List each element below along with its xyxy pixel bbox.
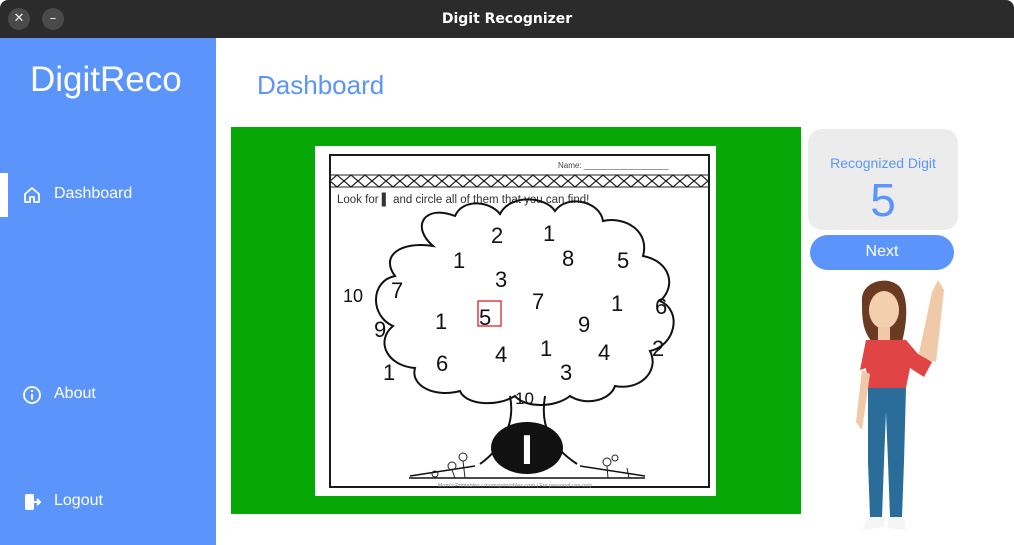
info-icon	[23, 386, 41, 404]
sidebar-item-label: Logout	[54, 492, 103, 509]
home-icon	[24, 187, 40, 203]
sheet-digit: 6	[655, 294, 667, 319]
worksheet-footer: Mom's Printables | momsprintables.com | …	[438, 483, 593, 489]
sidebar-item-dashboard[interactable]: Dashboard	[0, 173, 216, 217]
recognized-digit-value: 5	[870, 174, 896, 226]
sidebar-item-logout[interactable]: Logout	[0, 480, 216, 524]
sidebar-item-label: Dashboard	[54, 185, 133, 202]
sheet-digit: 4	[495, 342, 507, 367]
sheet-digit: 6	[436, 351, 448, 376]
window-title: Digit Recognizer	[441, 11, 573, 27]
sheet-digit: 1	[611, 291, 623, 316]
sheet-digit: 2	[491, 223, 503, 248]
sidebar-item-label: About	[54, 385, 96, 402]
worksheet-name-field: Name: ___________________	[558, 161, 669, 170]
sheet-digit: 4	[598, 340, 610, 365]
sheet-digit: 3	[495, 267, 507, 292]
sheet-digit: 8	[562, 246, 574, 271]
sheet-digit: 5	[617, 248, 629, 273]
logout-icon	[25, 494, 42, 510]
worksheet-instruction: Look for ▌ and circle all of them that y…	[337, 192, 589, 207]
target-digit: I	[521, 426, 533, 473]
sheet-digit: 2	[652, 336, 664, 361]
result-card: Recognized Digit 5	[808, 129, 958, 230]
image-panel: Name: ___________________ Look for ▌ and…	[231, 127, 801, 514]
page-title: Dashboard	[257, 70, 385, 100]
app-brand: DigitReco	[30, 60, 182, 99]
worksheet-digits: 2 1 1 8 5 3 7 7 1 6 10 9 1 5 9 1 6 4 1 4	[343, 221, 667, 408]
active-indicator	[0, 173, 8, 217]
worksheet-image: Name: ___________________ Look for ▌ and…	[315, 146, 716, 496]
sheet-digit: 1	[453, 248, 465, 273]
sheet-digit: 7	[391, 278, 403, 303]
sheet-digit: 9	[578, 312, 590, 337]
sheet-digit: 1	[540, 336, 552, 361]
worksheet-drawing: Name: ___________________ Look for ▌ and…	[329, 161, 709, 489]
sheet-digit: 7	[532, 289, 544, 314]
title-bar: ✕ – Digit Recognizer	[0, 0, 1014, 38]
sheet-digit: 10	[515, 389, 534, 408]
diamond-border	[329, 174, 709, 188]
character-illustration	[856, 280, 944, 530]
sidebar-item-about[interactable]: About	[0, 373, 216, 417]
sheet-digit: 10	[343, 286, 363, 306]
sheet-digit: 9	[374, 317, 386, 342]
sheet-digit: 1	[435, 309, 447, 334]
sheet-digit: 1	[543, 221, 555, 246]
result-label: Recognized Digit	[830, 155, 936, 171]
sidebar: DigitReco Dashboard About Logout	[0, 38, 216, 545]
sheet-digit: 3	[560, 360, 572, 385]
next-button[interactable]: Next	[810, 235, 954, 270]
sheet-digit: 1	[383, 360, 395, 385]
